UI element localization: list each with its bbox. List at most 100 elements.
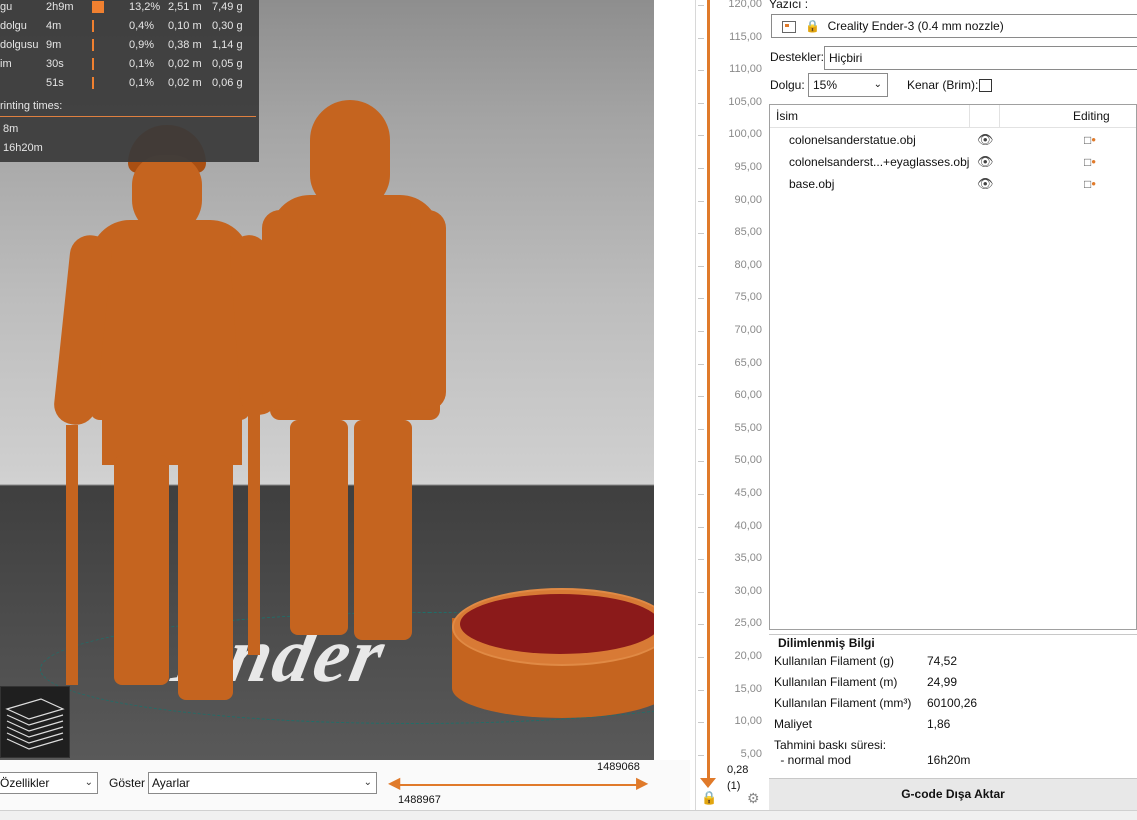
- tick-mark: [698, 298, 704, 300]
- feature-time: 51s: [46, 77, 64, 89]
- lock-icon[interactable]: 🔒: [701, 790, 717, 806]
- printer-select[interactable]: 🔒 Creality Ender-3 (0.4 mm nozzle): [771, 14, 1137, 38]
- feature-percent: 0,1%: [129, 58, 155, 70]
- layer-height-tick: 60,00: [734, 389, 762, 402]
- feature-weight: 7,49 g: [212, 1, 243, 13]
- info-row: - normal mod 16h20m: [774, 750, 1134, 770]
- name-column-header[interactable]: İsim: [776, 105, 798, 127]
- printing-times-label: rinting times:: [0, 100, 63, 112]
- feature-weight: 0,30 g: [212, 20, 243, 32]
- stats-row: dolgu 4m 0,4% 0,10 m 0,30 g: [0, 17, 259, 35]
- feature-percent: 0,4%: [129, 20, 155, 32]
- info-value: 24,99: [927, 675, 958, 689]
- feature-time: 9m: [46, 39, 62, 51]
- mode-value: 16h20m: [927, 753, 971, 767]
- sliced-info-group: Dilimlenmiş Bilgi Kullanılan Filament (g…: [769, 634, 1137, 774]
- layer-height-tick: 10,00: [734, 715, 762, 728]
- info-label: Maliyet: [774, 717, 813, 731]
- printing-times-heading: rinting times:: [0, 97, 259, 115]
- object-row[interactable]: colonelsanderstatue.obj 👁 □●: [770, 129, 1136, 151]
- info-value: 60100,26: [927, 696, 978, 710]
- statue-model-left[interactable]: [50, 125, 280, 705]
- layer-slider-track[interactable]: [707, 0, 710, 780]
- object-row[interactable]: colonelsanderst...+eyaglasses.obj 👁 □●: [770, 151, 1136, 173]
- eye-icon[interactable]: 👁: [977, 173, 994, 195]
- layer-height-tick: 30,00: [734, 584, 762, 597]
- slider-divider: [695, 0, 696, 810]
- layer-height-tick: 85,00: [734, 226, 762, 239]
- layer-height-tick: 100,00: [728, 128, 762, 141]
- print-time-value: 16h20m: [3, 142, 43, 154]
- info-row: Kullanılan Filament (m) 24,99: [774, 672, 1134, 692]
- tick-mark: [698, 559, 704, 561]
- lock-icon: 🔒: [805, 19, 821, 33]
- object-name: colonelsanderst...+eyaglasses.obj: [789, 155, 970, 169]
- current-layer-height: 0,28: [727, 764, 749, 776]
- chevron-down-icon: ⌄: [84, 777, 93, 788]
- brim-checkbox[interactable]: [979, 79, 992, 92]
- slider-left-handle[interactable]: ◀: [388, 775, 400, 793]
- editing-column-header[interactable]: Editing: [1073, 105, 1110, 127]
- tick-mark: [698, 168, 704, 169]
- layer-height-tick: 40,00: [734, 519, 762, 532]
- layer-height-tick: 50,00: [734, 454, 762, 467]
- viewport-bottom-bar: Özellikler ⌄ Göster Ayarlar ⌄ 1489068 ◀ …: [0, 760, 690, 810]
- chevron-down-icon: ⌄: [363, 777, 372, 788]
- layer-height-tick: 20,00: [734, 650, 762, 662]
- supports-select[interactable]: Hiçbiri: [824, 46, 1137, 70]
- layer-height-tick: 90,00: [734, 193, 762, 206]
- edit-object-icon[interactable]: □●: [1084, 129, 1096, 151]
- info-value: 1,86: [927, 717, 951, 731]
- move-range-slider[interactable]: [392, 784, 644, 786]
- object-list: İsim Editing colonelsanderstatue.obj 👁 □…: [769, 104, 1137, 630]
- layer-height-tick: 70,00: [734, 324, 762, 336]
- layer-height-tick: 115,00: [729, 30, 762, 43]
- mode-label: - normal mod: [777, 753, 852, 767]
- feature-percent: 0,9%: [129, 39, 155, 51]
- layer-height-tick: 45,00: [734, 487, 762, 499]
- feature-weight: 0,05 g: [212, 58, 243, 70]
- move-range-start: 1488967: [398, 794, 441, 806]
- slider-right-handle[interactable]: ▶: [636, 775, 648, 793]
- feature-color-bar: [92, 39, 94, 51]
- tick-mark: [698, 200, 704, 202]
- tick-mark: [698, 396, 704, 398]
- infill-select[interactable]: 15% ⌄: [808, 73, 888, 97]
- eye-icon[interactable]: 👁: [977, 129, 994, 151]
- object-name: colonelsanderstatue.obj: [789, 133, 916, 147]
- tick-mark: [698, 37, 704, 39]
- tick-mark: [698, 461, 704, 463]
- feature-time: 4m: [46, 20, 62, 32]
- feature-percent: 13,2%: [129, 1, 161, 13]
- tick-mark: [698, 624, 704, 626]
- tick-mark: [698, 363, 704, 365]
- base-model[interactable]: [452, 588, 654, 738]
- printer-label: Yazıcı :: [769, 0, 809, 11]
- object-name: base.obj: [789, 177, 835, 191]
- statue-model-right[interactable]: [262, 100, 452, 660]
- eye-icon[interactable]: 👁: [977, 151, 994, 173]
- tick-mark: [698, 233, 704, 235]
- print-time-value: 8m: [3, 123, 19, 135]
- edit-object-icon[interactable]: □●: [1084, 173, 1096, 195]
- 3d-viewport[interactable]: Ender gu 2h9m 13,2% 2,51 m 7,49 g dolgu …: [0, 0, 654, 760]
- feature-time: 30s: [46, 58, 64, 70]
- info-label: Kullanılan Filament (g): [774, 654, 895, 668]
- stats-row: im 30s 0,1% 0,02 m 0,05 g: [0, 55, 259, 73]
- tick-mark: [698, 591, 704, 593]
- tick-mark: [698, 722, 704, 724]
- export-gcode-button[interactable]: G-code Dışa Aktar: [769, 778, 1137, 811]
- tick-mark: [698, 70, 704, 72]
- feature-color-bar: [92, 77, 94, 89]
- stats-row: dolgusu 9m 0,9% 0,38 m 1,14 g: [0, 36, 259, 54]
- view-mode-select[interactable]: Özellikler ⌄: [0, 772, 98, 794]
- object-row[interactable]: base.obj 👁 □●: [770, 173, 1136, 195]
- column-divider: [969, 105, 970, 127]
- tick-mark: [698, 428, 704, 430]
- tick-mark: [698, 526, 704, 528]
- edit-object-icon[interactable]: □●: [1084, 151, 1096, 173]
- layer-slider-handle[interactable]: [700, 778, 716, 788]
- settings-gear-icon[interactable]: ⚙: [747, 790, 760, 807]
- show-select[interactable]: Ayarlar ⌄: [148, 772, 377, 794]
- layer-view-button[interactable]: [0, 686, 70, 758]
